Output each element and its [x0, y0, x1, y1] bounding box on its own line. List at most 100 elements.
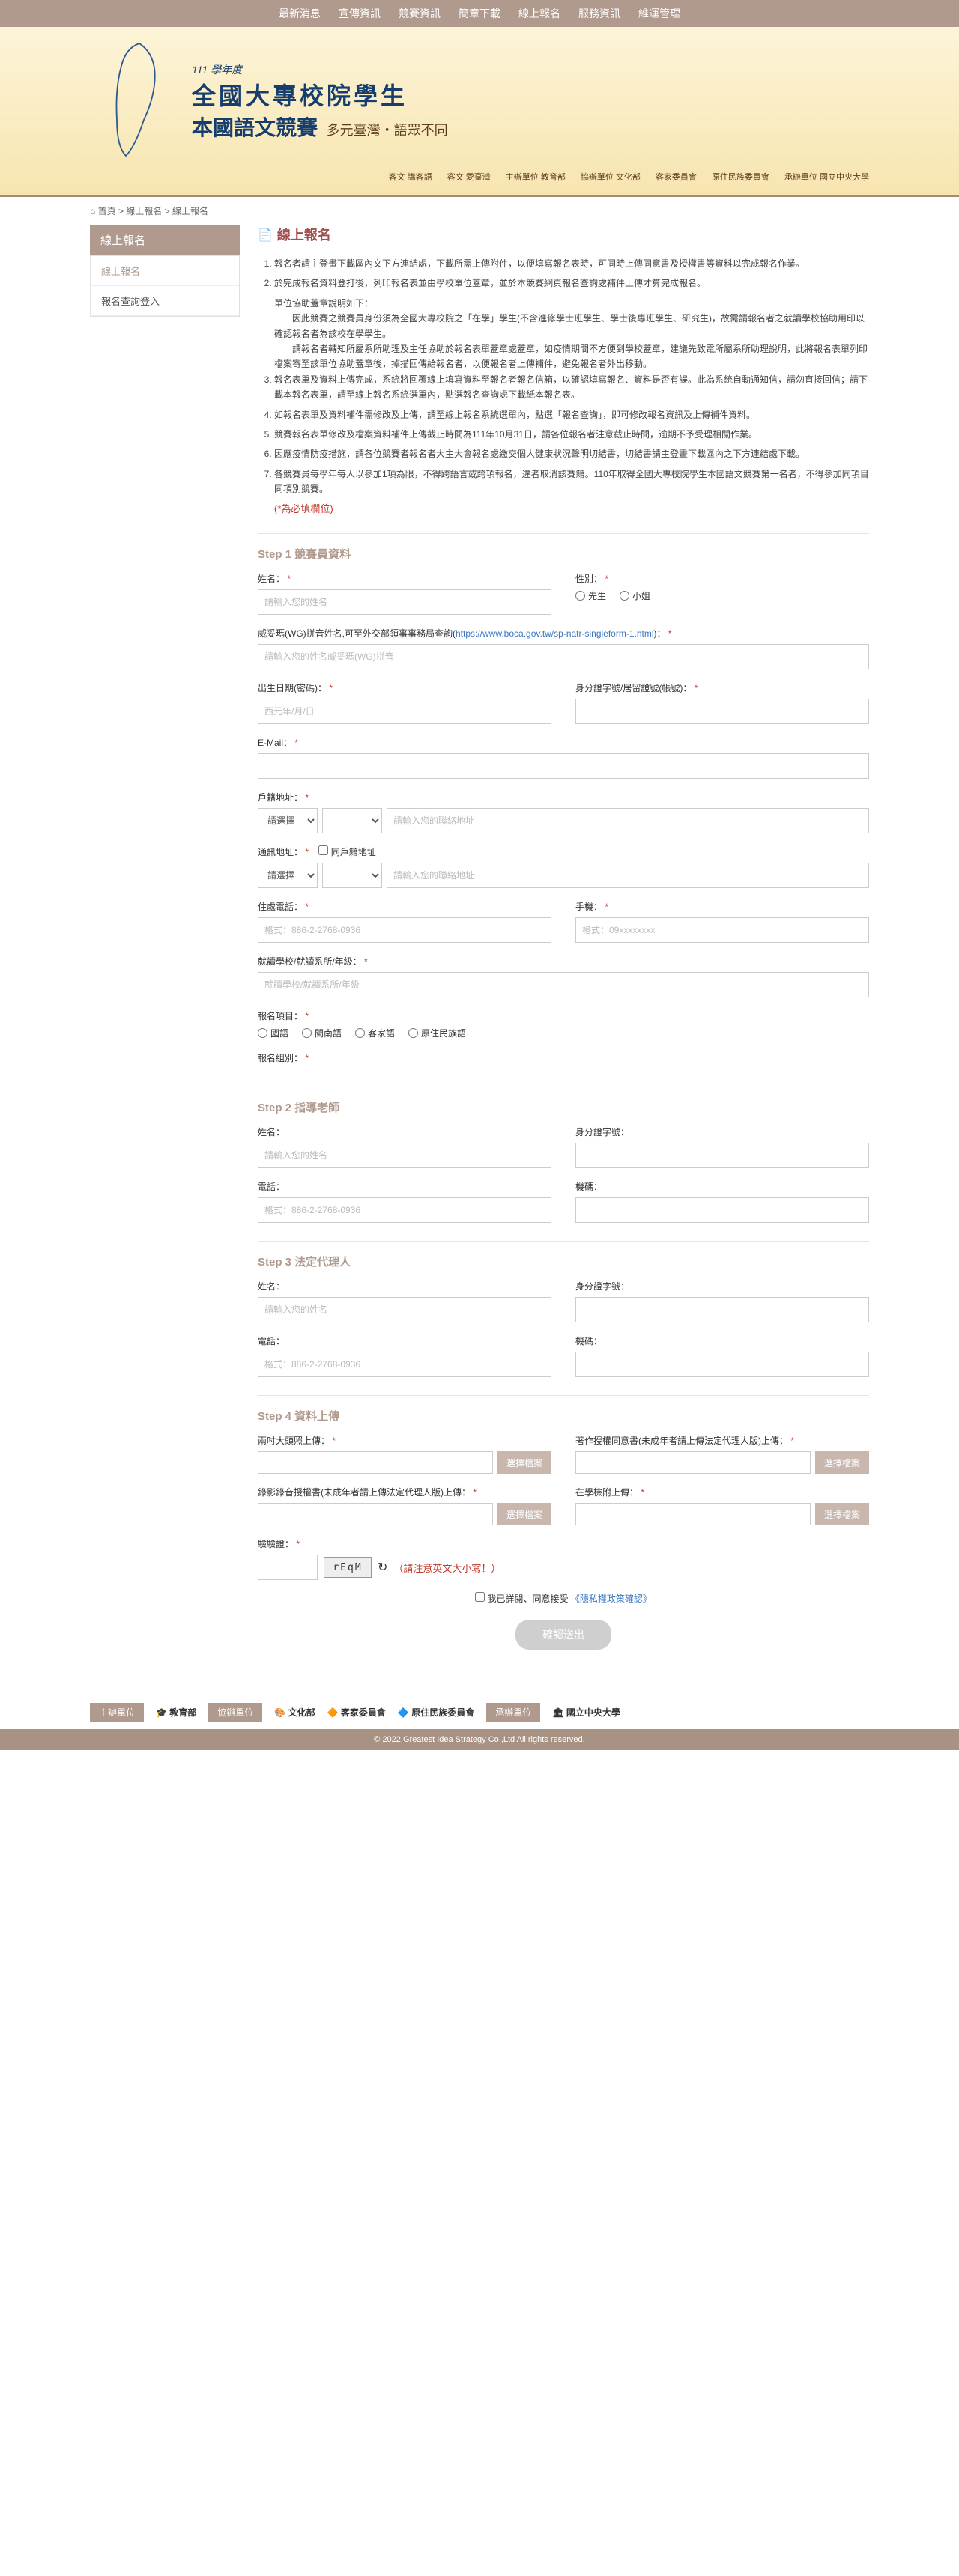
captcha-input[interactable] — [258, 1555, 318, 1580]
nav-item[interactable]: 競賽資訊 — [399, 6, 441, 21]
label-item: 報名項目： * — [258, 1009, 869, 1022]
footer-org: 🎨 文化部 — [274, 1706, 315, 1719]
addr1-city-select[interactable]: 請選擇 — [258, 808, 318, 833]
instruction-sub: 單位協助蓋章說明如下： — [274, 296, 869, 311]
page-title: 線上報名 — [258, 225, 869, 244]
crumb-home[interactable]: 首頁 — [98, 206, 116, 216]
auth-browse-button[interactable]: 選擇檔案 — [815, 1451, 869, 1474]
s2-label-phone: 電話： — [258, 1180, 551, 1193]
sidebar: 線上報名 線上報名 報名查詢登入 — [90, 225, 240, 1665]
s2-name-input[interactable] — [258, 1143, 551, 1168]
logo-item: 原住民族委員會 — [712, 171, 769, 183]
photo-upload-field[interactable] — [258, 1451, 493, 1474]
radio-item-3[interactable]: 原住民族語 — [408, 1027, 466, 1039]
page-title-text: 線上報名 — [277, 225, 331, 244]
addr1-input[interactable] — [387, 808, 869, 833]
s4-label-photo: 兩吋大頭照上傳： * — [258, 1434, 551, 1447]
instruction-item: 因應疫情防疫措施，請各位競賽者報名者大主大會報名處繳交個人健康狀況聲明切結書，切… — [274, 446, 869, 461]
mobile-input[interactable] — [575, 917, 869, 943]
phone-input[interactable] — [258, 917, 551, 943]
captcha-image: rEqM — [324, 1557, 372, 1578]
rec-browse-button[interactable]: 選擇檔案 — [497, 1503, 551, 1525]
name-input[interactable] — [258, 589, 551, 615]
sidebar-item-register[interactable]: 線上報名 — [91, 256, 239, 286]
banner: 111 學年度 全國大專校院學生 本國語文競賽 多元臺灣・語眾不同 客文 講客語… — [0, 27, 959, 195]
submit-button[interactable]: 確認送出 — [515, 1620, 611, 1650]
logo-item: 協辦單位 文化部 — [581, 171, 641, 183]
s2-id-input[interactable] — [575, 1143, 869, 1168]
s3-id-input[interactable] — [575, 1297, 869, 1322]
nav-item[interactable]: 簡章下載 — [459, 6, 500, 21]
school-input[interactable] — [258, 972, 869, 997]
auth-upload-field[interactable] — [575, 1451, 811, 1474]
consent-checkbox[interactable] — [475, 1592, 485, 1602]
s4-label-auth: 著作授權同意書(未成年者請上傳法定代理人版)上傳： * — [575, 1434, 869, 1447]
wg-input[interactable] — [258, 644, 869, 669]
footer-tag-exec: 承辦單位 — [486, 1703, 540, 1722]
instruction-item: 報名者請主登畫下載區內文下方連結處，下載所需上傳附件，以便填寫報名表時，可同時上… — [274, 256, 869, 271]
radio-female[interactable]: 小姐 — [620, 589, 650, 602]
nav-item[interactable]: 最新消息 — [279, 6, 321, 21]
step2-title: Step 2 指導老師 — [258, 1099, 869, 1115]
s2-phone-input[interactable] — [258, 1197, 551, 1223]
required-note: (*為必填欄位) — [274, 501, 869, 515]
instructions-cont: 報名表單及資料上傳完成，系統將回覆線上填寫資料至報名者報名信箱，以確認填寫報名、… — [258, 372, 869, 497]
privacy-link[interactable]: 《隱私權政策確認》 — [571, 1594, 652, 1604]
radio-item-0[interactable]: 國語 — [258, 1027, 288, 1039]
home-icon — [90, 206, 95, 216]
s2-ext-input[interactable] — [575, 1197, 869, 1223]
label-school: 就讀學校/就讀系所/年級： * — [258, 955, 869, 967]
footer-org: 🔶 客家委員會 — [327, 1706, 386, 1719]
banner-year: 111 學年度 — [192, 62, 869, 77]
radio-item-2[interactable]: 客家語 — [355, 1027, 395, 1039]
label-phone: 住處電話： * — [258, 900, 551, 913]
photo-browse-button[interactable]: 選擇檔案 — [497, 1451, 551, 1474]
logo-item: 承辦單位 國立中央大學 — [784, 171, 869, 183]
addr1-dist-select[interactable] — [322, 808, 382, 833]
nav-item[interactable]: 線上報名 — [518, 6, 560, 21]
addr2-input[interactable] — [387, 863, 869, 888]
label-gender: 性別： * — [575, 572, 869, 585]
s3-ext-input[interactable] — [575, 1352, 869, 1377]
nav-item[interactable]: 維運管理 — [638, 6, 680, 21]
logo-item: 客文 講客語 — [389, 171, 432, 183]
footer-org: 🎓 教育部 — [156, 1706, 196, 1719]
crumb-1[interactable]: 線上報名 — [126, 206, 162, 216]
nav-item[interactable]: 宣傳資訊 — [339, 6, 381, 21]
email-input[interactable] — [258, 753, 869, 779]
label-idno: 身分證字號/居留證號(帳號)： * — [575, 681, 869, 694]
addr2-city-select[interactable]: 請選擇 — [258, 863, 318, 888]
instruction-item: 如報名表單及資料補件需修改及上傳，請至線上報名系統選單內，點選「報名查詢」，即可… — [274, 407, 869, 422]
document-icon — [258, 227, 273, 243]
label-name: 姓名： * — [258, 572, 551, 585]
s3-phone-input[interactable] — [258, 1352, 551, 1377]
nav-item[interactable]: 服務資訊 — [578, 6, 620, 21]
cert-upload-field[interactable] — [575, 1503, 811, 1525]
s3-name-input[interactable] — [258, 1297, 551, 1322]
step4-title: Step 4 資料上傳 — [258, 1408, 869, 1424]
refresh-icon[interactable]: ↻ — [378, 1560, 387, 1575]
rec-upload-field[interactable] — [258, 1503, 493, 1525]
footer-org: 🏛 國立中央大學 — [552, 1706, 620, 1719]
instructions: 報名者請主登畫下載區內文下方連結處，下載所需上傳附件，以便填寫報名表時，可同時上… — [258, 256, 869, 291]
sidebar-item-query[interactable]: 報名查詢登入 — [91, 286, 239, 316]
s2-label-id: 身分證字號： — [575, 1126, 869, 1138]
label-mobile: 手機： * — [575, 900, 869, 913]
addr2-dist-select[interactable] — [322, 863, 382, 888]
banner-logos: 客文 講客語 客文 愛臺灣 主辦單位 教育部 協辦單位 文化部 客家委員會 原住… — [90, 171, 869, 183]
banner-calligraphy: 多元臺灣・語眾不同 — [327, 123, 448, 138]
label-wg: 威妥瑪(WG)拼音姓名,可至外交部領事事務局查詢(https://www.boc… — [258, 627, 869, 640]
boca-link[interactable]: https://www.boca.gov.tw/sp-natr-singlefo… — [456, 628, 654, 639]
radio-male[interactable]: 先生 — [575, 589, 606, 602]
same-addr-checkbox[interactable] — [318, 845, 328, 855]
consent-text: 我已詳閱、同意接受 — [487, 1594, 568, 1604]
content: 線上報名 報名者請主登畫下載區內文下方連結處，下載所需上傳附件，以便填寫報名表時… — [258, 225, 869, 1665]
s2-label-name: 姓名： — [258, 1126, 551, 1138]
banner-title-1: 全國大專校院學生 — [192, 77, 869, 112]
taiwan-map-icon — [90, 39, 180, 165]
radio-item-1[interactable]: 閩南語 — [302, 1027, 342, 1039]
instruction-item: 報名表單及資料上傳完成，系統將回覆線上填寫資料至報名者報名信箱，以確認填寫報名、… — [274, 372, 869, 403]
cert-browse-button[interactable]: 選擇檔案 — [815, 1503, 869, 1525]
birth-input[interactable] — [258, 699, 551, 724]
idno-input[interactable] — [575, 699, 869, 724]
